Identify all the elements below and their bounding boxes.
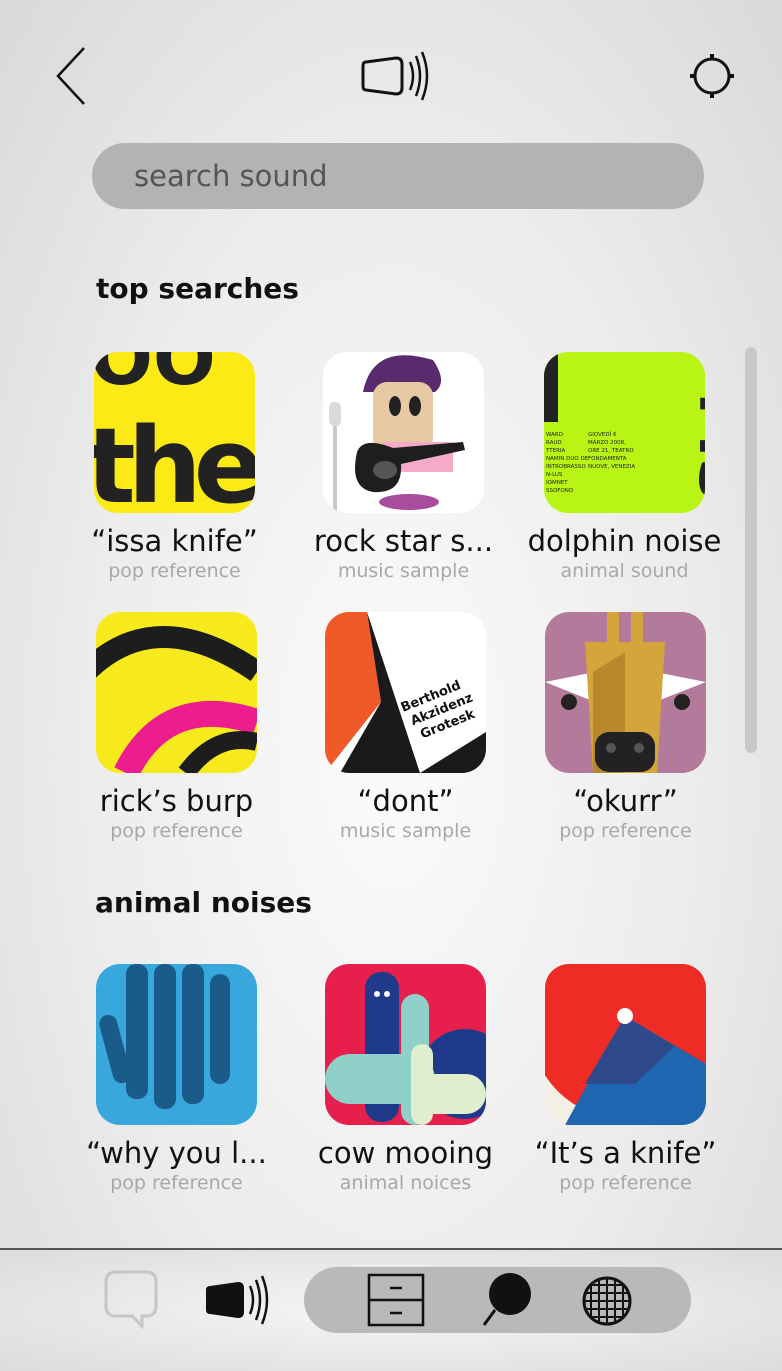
tile-title: “dont” bbox=[357, 784, 454, 818]
sound-tile[interactable]: rick’s burp pop reference bbox=[64, 612, 289, 852]
tile-title: rick’s burp bbox=[99, 784, 254, 818]
tile-subtitle: pop reference bbox=[559, 1172, 692, 1194]
tile-title: rock star s... bbox=[313, 524, 494, 558]
thumbnail-giraffe bbox=[545, 612, 706, 773]
thumbnail-the-poster: OO the bbox=[94, 352, 255, 513]
svg-text:IOMNET: IOMNET bbox=[546, 480, 568, 486]
tile-subtitle: pop reference bbox=[559, 820, 692, 842]
thumbnail-rock-star bbox=[323, 352, 484, 513]
nav-search-button[interactable] bbox=[480, 1270, 534, 1328]
tile-title: “issa knife” bbox=[91, 524, 258, 558]
sound-tile[interactable]: “okurr” pop reference bbox=[513, 612, 738, 852]
search-input[interactable] bbox=[132, 158, 704, 194]
tile-subtitle: pop reference bbox=[110, 1172, 243, 1194]
sound-tile[interactable]: FISH WARD RAUD TTERIA NAMIN DUO DE INTRO… bbox=[512, 352, 737, 592]
svg-text:N-LUS: N-LUS bbox=[546, 472, 563, 478]
poster-the-text: the bbox=[94, 405, 255, 513]
svg-text:OO: OO bbox=[94, 352, 216, 402]
svg-text:RAUD: RAUD bbox=[546, 440, 562, 446]
sound-tile[interactable]: rock star s... music sample bbox=[291, 352, 516, 592]
svg-text:SSOFONO: SSOFONO bbox=[546, 488, 574, 494]
thumbnail-red-sun-mountain bbox=[545, 964, 706, 1125]
svg-text:TTERIA: TTERIA bbox=[545, 448, 566, 454]
svg-text:GIOVEDÌ 6: GIOVEDÌ 6 bbox=[588, 431, 617, 438]
thumbnail-stacked-animals bbox=[325, 964, 486, 1125]
tile-subtitle: animal sound bbox=[560, 560, 689, 582]
sound-tile[interactable]: cow mooing animal noices bbox=[293, 964, 518, 1204]
sound-tile[interactable]: Berthold Akzidenz Grotesk “dont” music s… bbox=[293, 612, 518, 852]
tile-title: cow mooing bbox=[317, 1136, 494, 1170]
sound-tile[interactable]: “It’s a knife” pop reference bbox=[513, 964, 738, 1204]
section-title-animal-noises: animal noises bbox=[95, 886, 312, 919]
speaker-waves-icon bbox=[361, 51, 429, 101]
thumbnail-akzidenz-poster: Berthold Akzidenz Grotesk bbox=[325, 612, 486, 773]
tile-title: dolphin noise bbox=[527, 524, 722, 558]
settings-button[interactable] bbox=[688, 52, 736, 100]
tile-subtitle: pop reference bbox=[110, 820, 243, 842]
tile-title: “okurr” bbox=[573, 784, 678, 818]
section-title-top-searches: top searches bbox=[96, 272, 299, 305]
settings-gear-icon bbox=[690, 54, 734, 98]
nav-sounds-button[interactable] bbox=[204, 1274, 276, 1326]
search-bar[interactable] bbox=[92, 143, 704, 209]
sound-tile[interactable]: “why you l... pop reference bbox=[64, 964, 289, 1204]
speaker-waves-icon bbox=[206, 1275, 269, 1325]
back-button[interactable] bbox=[48, 44, 92, 108]
svg-text:NAMIN DUO DE: NAMIN DUO DE bbox=[546, 456, 589, 462]
tile-subtitle: music sample bbox=[339, 820, 472, 842]
svg-text:NUOVE, VENEZIA: NUOVE, VENEZIA bbox=[588, 464, 635, 470]
svg-text:FONDAMENTA: FONDAMENTA bbox=[588, 456, 627, 462]
tile-title: “It’s a knife” bbox=[534, 1136, 717, 1170]
globe-grid-icon bbox=[582, 1276, 632, 1326]
svg-text:ORE 21, TEATRO: ORE 21, TEATRO bbox=[588, 448, 634, 454]
nav-explore-button[interactable] bbox=[580, 1274, 634, 1328]
svg-text:WARD: WARD bbox=[546, 432, 563, 438]
tile-title: “why you l... bbox=[86, 1136, 267, 1170]
thumbnail-blue-hand bbox=[96, 964, 257, 1125]
nav-library-button[interactable] bbox=[366, 1272, 426, 1328]
tile-subtitle: music sample bbox=[337, 560, 470, 582]
sound-tile[interactable]: OO the “issa knife” pop reference bbox=[62, 352, 287, 592]
cabinet-icon bbox=[367, 1273, 425, 1327]
thumbnail-abstract-yellow bbox=[96, 612, 257, 773]
nav-chat-button[interactable] bbox=[102, 1268, 160, 1330]
chevron-left-icon bbox=[56, 47, 85, 105]
svg-text:MARZO 2008,: MARZO 2008, bbox=[588, 440, 626, 446]
thumbnail-fish-poster: FISH WARD RAUD TTERIA NAMIN DUO DE INTRO… bbox=[544, 352, 705, 513]
app-logo bbox=[360, 50, 440, 104]
svg-text:INTROBRASSO: INTROBRASSO bbox=[546, 464, 586, 470]
magnifier-icon bbox=[482, 1273, 531, 1326]
poster-fish-text: FISH bbox=[685, 392, 705, 513]
chat-bubble-icon bbox=[104, 1270, 158, 1330]
scrollbar[interactable] bbox=[745, 347, 757, 753]
tile-subtitle: animal noices bbox=[339, 1172, 472, 1194]
tile-subtitle: pop reference bbox=[108, 560, 241, 582]
